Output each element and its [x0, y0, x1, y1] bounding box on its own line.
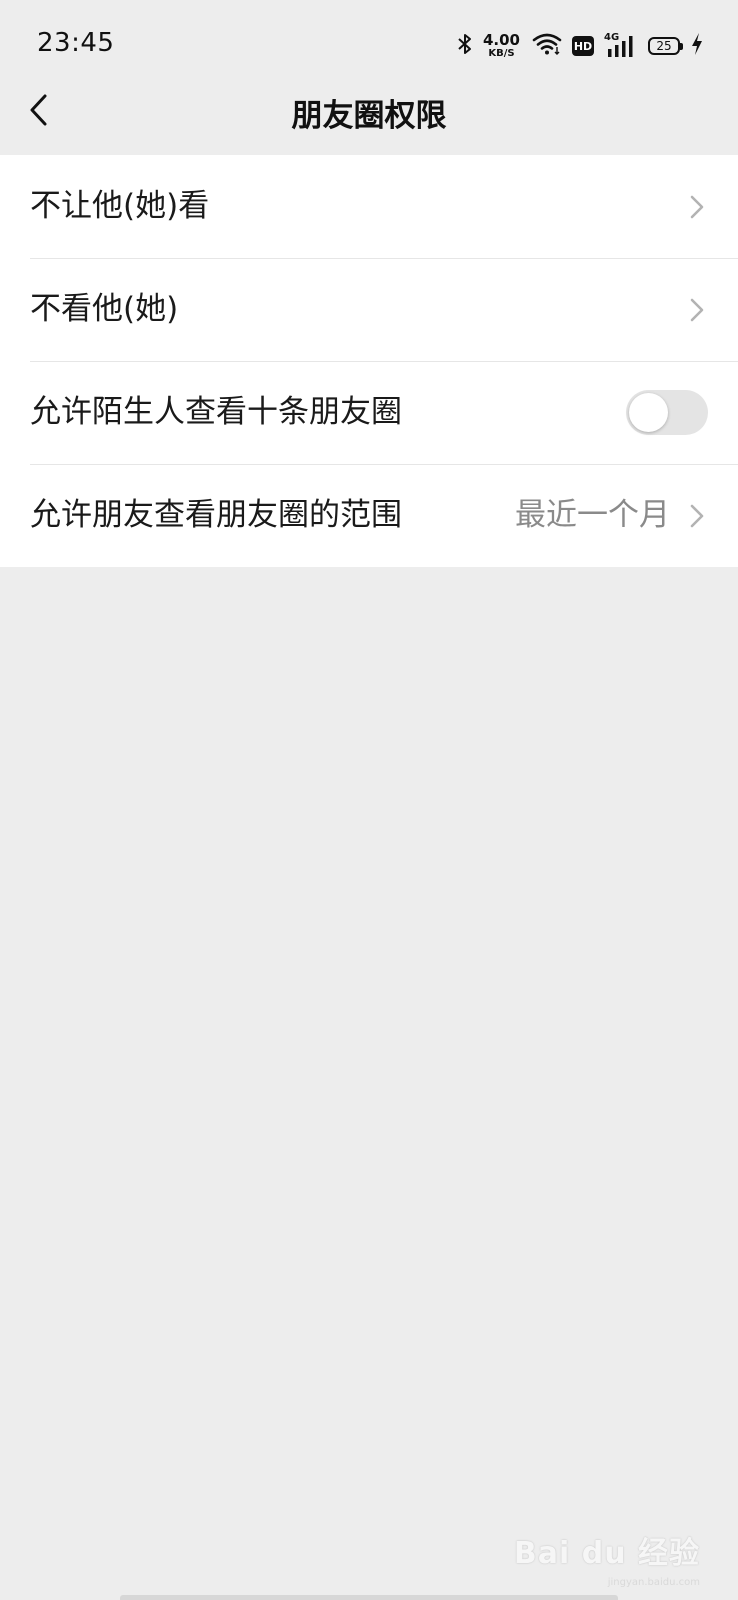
home-indicator[interactable]: [120, 1595, 618, 1600]
chevron-right-icon: [690, 504, 704, 528]
list-item-label: 允许朋友查看朋友圈的范围: [30, 497, 402, 533]
list-item-hide-my-moments[interactable]: 不让他(她)看: [0, 155, 738, 258]
signal-icon: 4G: [604, 33, 638, 59]
hd-icon: HD: [572, 36, 594, 56]
watermark-subtext: jingyan.baidu.com: [607, 1577, 700, 1588]
status-time: 23:45: [37, 28, 115, 58]
list-item-hide-their-moments[interactable]: 不看他(她): [0, 258, 738, 361]
net-speed: 4.00 KB/S: [483, 33, 520, 59]
list-item-label: 允许陌生人查看十条朋友圈: [30, 394, 402, 430]
list-item-visible-range[interactable]: 允许朋友查看朋友圈的范围 最近一个月: [0, 464, 738, 567]
wifi-icon: [532, 32, 562, 60]
list-item-label: 不让他(她)看: [30, 188, 210, 224]
visible-range-value: 最近一个月: [515, 497, 670, 533]
strangers-toggle[interactable]: [626, 390, 708, 435]
battery-level: 25: [656, 39, 672, 53]
page-title: 朋友圈权限: [291, 98, 447, 134]
list-item-strangers-view-ten: 允许陌生人查看十条朋友圈: [0, 361, 738, 464]
charging-icon: [690, 32, 704, 60]
chevron-right-icon: [690, 298, 704, 322]
chevron-right-icon: [690, 195, 704, 219]
battery-icon: 25: [648, 37, 683, 55]
header: 朋友圈权限: [0, 70, 738, 154]
bluetooth-icon: [457, 32, 473, 60]
status-icons: 4.00 KB/S HD 4G 25: [457, 29, 704, 63]
baidu-watermark: Bai du 经验 jingyan.baidu.com: [513, 1528, 700, 1588]
list-item-label: 不看他(她): [30, 291, 179, 327]
toggle-knob: [629, 393, 668, 432]
net-speed-value: 4.00: [482, 31, 520, 49]
watermark-text: Bai du 经验: [513, 1536, 700, 1571]
settings-list: 不让他(她)看 不看他(她) 允许陌生人查看十条朋友圈 允许朋友查看朋友圈的范围…: [0, 155, 738, 567]
net-speed-unit: KB/S: [488, 48, 515, 59]
